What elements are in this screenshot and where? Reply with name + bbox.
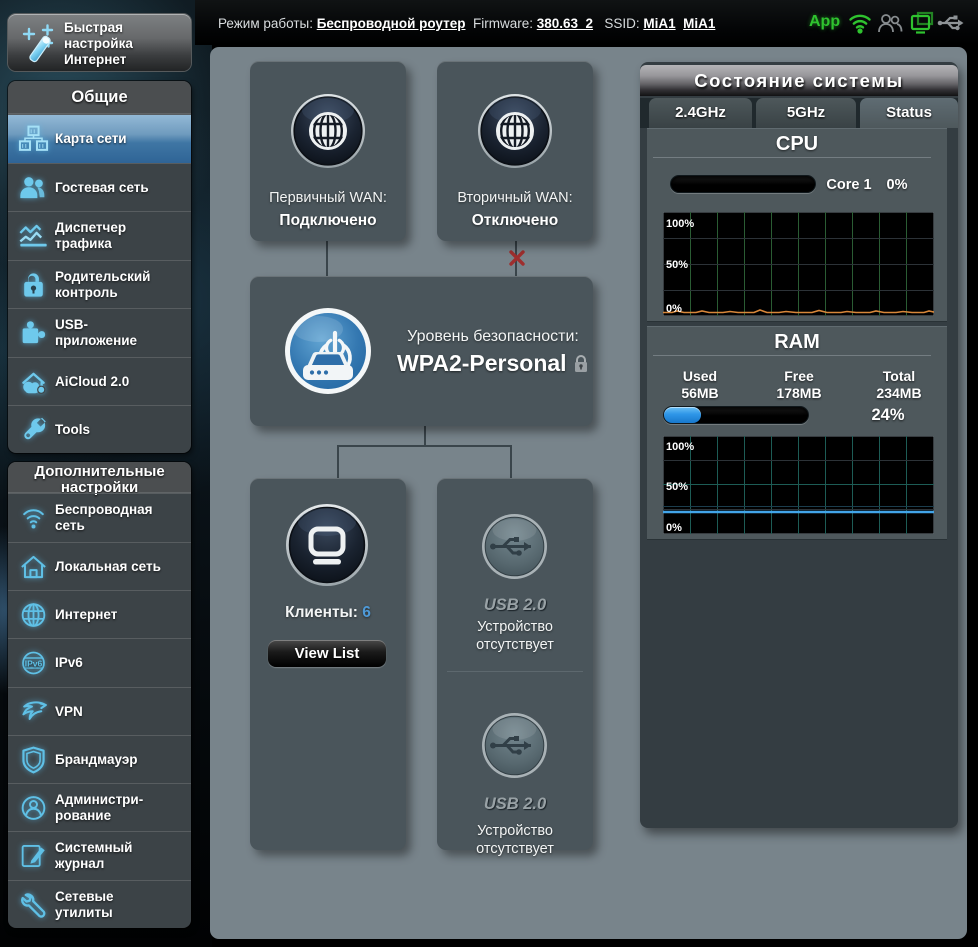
- svg-text:100%: 100%: [666, 218, 694, 230]
- svg-text:0%: 0%: [666, 522, 682, 534]
- svg-text:50%: 50%: [666, 481, 688, 493]
- svg-text:0%: 0%: [666, 303, 682, 315]
- svg-text:IPv6: IPv6: [25, 658, 43, 668]
- svg-text:100%: 100%: [666, 441, 694, 453]
- svg-text:50%: 50%: [666, 259, 688, 271]
